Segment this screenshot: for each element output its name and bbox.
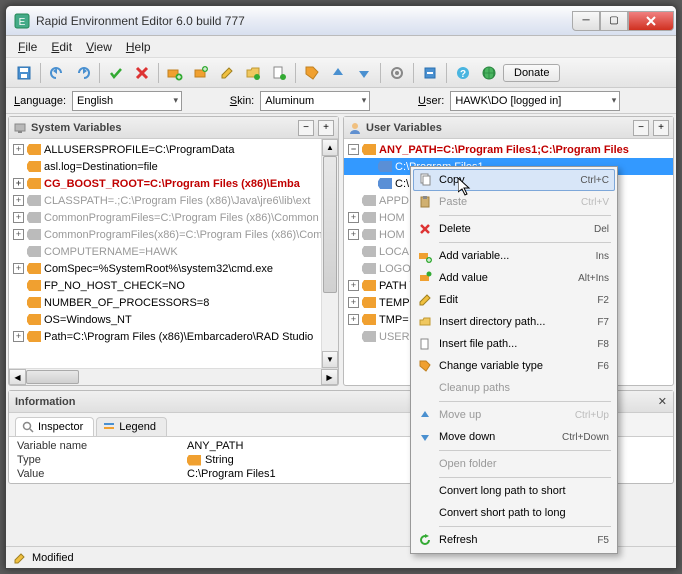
maximize-button[interactable]: ▢: [600, 11, 628, 31]
restore-button[interactable]: [418, 61, 442, 85]
edit-button[interactable]: [215, 61, 239, 85]
tree-row[interactable]: Path=C:\Program Files (x86)\Embarcadero\…: [9, 328, 338, 345]
movedown-button[interactable]: [352, 61, 376, 85]
menu-edit[interactable]: Edit: [45, 38, 78, 56]
usr-icon: [348, 121, 362, 135]
save-button[interactable]: [12, 61, 36, 85]
usr-add-button[interactable]: +: [653, 120, 669, 136]
tree-row[interactable]: FP_NO_HOST_CHECK=NO: [9, 277, 338, 294]
usr-collapse-button[interactable]: −: [633, 120, 649, 136]
addval-button[interactable]: [189, 61, 213, 85]
status-modified: Modified: [32, 552, 74, 564]
tree-row[interactable]: CommonProgramFiles(x86)=C:\Program Files…: [9, 226, 338, 243]
user-combo[interactable]: HAWK\DO [logged in]: [450, 91, 620, 111]
window-controls: ─ ▢: [572, 11, 674, 31]
menu-item-insert-file-path-[interactable]: Insert file path...F8: [413, 333, 615, 355]
legend-icon: [103, 421, 115, 433]
tab-inspector[interactable]: Inspector: [15, 417, 94, 436]
toolbar: ? Donate: [6, 58, 676, 88]
language-label: Language:: [14, 95, 66, 107]
tree-row[interactable]: COMPUTERNAME=HAWK: [9, 243, 338, 260]
moveup-button[interactable]: [326, 61, 350, 85]
tree-row[interactable]: asl.log=Destination=file: [9, 158, 338, 175]
tag-button[interactable]: [300, 61, 324, 85]
insdir-button[interactable]: [241, 61, 265, 85]
menu-item-open-folder: Open folder: [413, 453, 615, 475]
menu-item-convert-short-path-to-long[interactable]: Convert short path to long: [413, 502, 615, 524]
window-title: Rapid Environment Editor 6.0 build 777: [36, 14, 572, 28]
tree-row[interactable]: ALLUSERSPROFILE=C:\ProgramData: [9, 141, 338, 158]
undo-button[interactable]: [45, 61, 69, 85]
delete-button[interactable]: [130, 61, 154, 85]
tree-row[interactable]: NUMBER_OF_PROCESSORS=8: [9, 294, 338, 311]
system-variables-pane: System Variables − + ALLUSERSPROFILE=C:\…: [8, 116, 339, 386]
tree-row[interactable]: CommonProgramFiles=C:\Program Files (x86…: [9, 209, 338, 226]
minimize-button[interactable]: ─: [572, 11, 600, 31]
sys-vscrollbar[interactable]: ▲ ▼: [321, 139, 338, 368]
context-menu: CopyCtrl+CPasteCtrl+V DeleteDel Add variab…: [410, 166, 618, 554]
close-button[interactable]: [628, 11, 674, 31]
skin-label: Skin:: [230, 95, 254, 107]
help-button[interactable]: ?: [451, 61, 475, 85]
svg-text:E: E: [19, 17, 26, 28]
menu-help[interactable]: Help: [120, 38, 157, 56]
skin-combo[interactable]: Aluminum: [260, 91, 370, 111]
usr-title: User Variables: [366, 122, 629, 134]
sys-add-button[interactable]: +: [318, 120, 334, 136]
sys-collapse-button[interactable]: −: [298, 120, 314, 136]
menu-item-change-variable-type[interactable]: Change variable typeF6: [413, 355, 615, 377]
tab-legend[interactable]: Legend: [96, 417, 167, 436]
tree-row[interactable]: OS=Windows_NT: [9, 311, 338, 328]
menu-item-paste: PasteCtrl+V: [413, 191, 615, 213]
donate-button[interactable]: Donate: [503, 64, 560, 82]
info-title: Information: [15, 396, 76, 408]
menu-item-move-up: Move upCtrl+Up: [413, 404, 615, 426]
tree-row[interactable]: CLASSPATH=.;C:\Program Files (x86)\Java\…: [9, 192, 338, 209]
sys-icon: [13, 121, 27, 135]
app-icon: E: [14, 13, 30, 29]
redo-button[interactable]: [71, 61, 95, 85]
tree-row[interactable]: CG_BOOST_ROOT=C:\Program Files (x86)\Emb…: [9, 175, 338, 192]
insfile-button[interactable]: [267, 61, 291, 85]
tree-row[interactable]: ANY_PATH=C:\Program Files1;C:\Program Fi…: [344, 141, 673, 158]
user-label: User:: [418, 95, 444, 107]
check-button[interactable]: [104, 61, 128, 85]
titlebar: E Rapid Environment Editor 6.0 build 777…: [6, 6, 676, 36]
inspector-icon: [22, 421, 34, 433]
app-window: E Rapid Environment Editor 6.0 build 777…: [5, 5, 677, 569]
info-close-button[interactable]: ✕: [658, 395, 667, 408]
menu-item-add-variable-[interactable]: Add variable...Ins: [413, 245, 615, 267]
menu-item-delete[interactable]: DeleteDel: [413, 218, 615, 240]
settings-button[interactable]: [385, 61, 409, 85]
menu-item-edit[interactable]: EditF2: [413, 289, 615, 311]
menu-item-cleanup-paths: Cleanup paths: [413, 377, 615, 399]
language-combo[interactable]: English: [72, 91, 182, 111]
menubar: File Edit View Help: [6, 36, 676, 58]
menu-item-insert-directory-path-[interactable]: Insert directory path...F7: [413, 311, 615, 333]
sys-tree[interactable]: ALLUSERSPROFILE=C:\ProgramDataasl.log=De…: [9, 139, 338, 368]
filter-bar: Language: English Skin: Aluminum User: H…: [6, 88, 676, 114]
menu-view[interactable]: View: [80, 38, 118, 56]
modified-icon: [12, 551, 26, 565]
menu-item-convert-long-path-to-short[interactable]: Convert long path to short: [413, 480, 615, 502]
menu-file[interactable]: File: [12, 38, 43, 56]
menu-item-add-value[interactable]: Add valueAlt+Ins: [413, 267, 615, 289]
web-button[interactable]: [477, 61, 501, 85]
menu-item-copy[interactable]: CopyCtrl+C: [413, 169, 615, 191]
sys-title: System Variables: [31, 122, 294, 134]
addvar-button[interactable]: [163, 61, 187, 85]
menu-item-move-down[interactable]: Move downCtrl+Down: [413, 426, 615, 448]
tree-row[interactable]: ComSpec=%SystemRoot%\system32\cmd.exe: [9, 260, 338, 277]
sys-hscrollbar[interactable]: ◀ ▶: [9, 368, 338, 385]
svg-text:?: ?: [460, 69, 466, 80]
menu-item-refresh[interactable]: RefreshF5: [413, 529, 615, 551]
